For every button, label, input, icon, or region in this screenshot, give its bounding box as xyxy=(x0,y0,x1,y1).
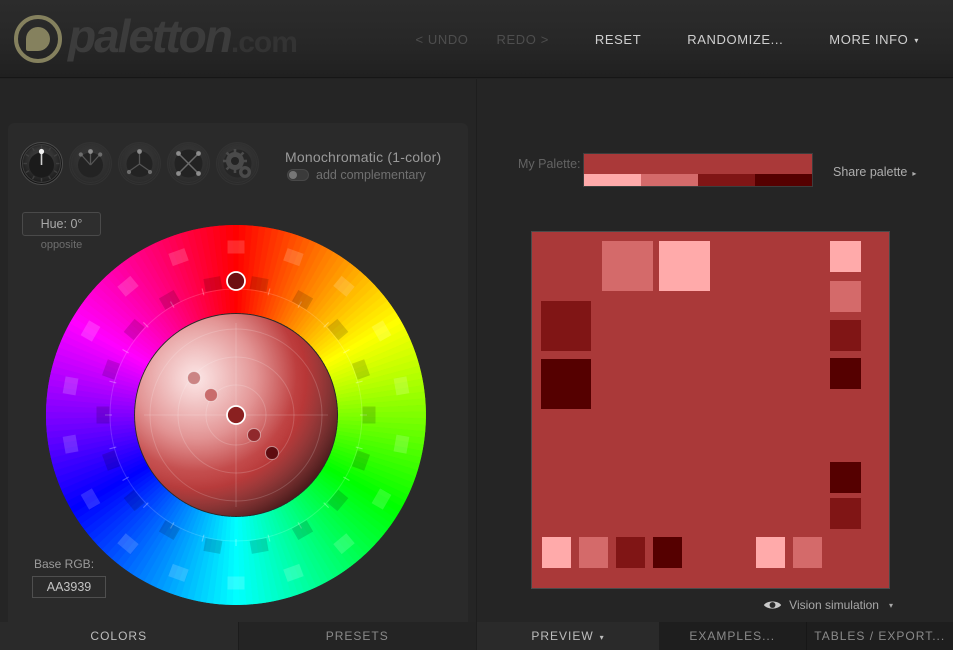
palette-swatch-band xyxy=(584,174,812,186)
tab-tables-export[interactable]: TABLES / EXPORT... xyxy=(806,622,953,650)
palette-swatch[interactable] xyxy=(584,174,641,186)
add-complementary-label: add complementary xyxy=(316,168,426,182)
nav-more-info[interactable]: MORE INFO ▾ xyxy=(815,28,933,51)
vision-simulation-label: Vision simulation xyxy=(789,598,879,612)
preview-swatch[interactable] xyxy=(793,537,822,568)
preview-swatch[interactable] xyxy=(659,241,710,291)
preview-swatch[interactable] xyxy=(830,320,861,351)
preview-swatch[interactable] xyxy=(830,462,861,493)
chevron-right-icon: ▸ xyxy=(912,169,917,178)
vision-simulation-control[interactable]: Vision simulation ▾ xyxy=(763,598,893,612)
color-wheel[interactable] xyxy=(46,225,426,605)
preview-swatch[interactable] xyxy=(830,241,861,272)
tab-preview[interactable]: PREVIEW ▾ xyxy=(477,622,659,650)
paletton-logo-icon xyxy=(14,15,62,63)
color-handle-1[interactable] xyxy=(204,388,218,402)
palette-swatch[interactable] xyxy=(698,174,755,186)
preview-swatch[interactable] xyxy=(830,281,861,312)
palette-swatch[interactable] xyxy=(755,174,812,186)
preview-swatch[interactable] xyxy=(541,301,591,351)
logo-name: paletton xyxy=(68,9,233,62)
scheme-type-tetrad[interactable] xyxy=(167,142,210,185)
hue-handle[interactable] xyxy=(226,271,246,291)
nav-randomize[interactable]: RANDOMIZE... xyxy=(673,28,797,51)
nav-reset[interactable]: RESET xyxy=(581,28,655,51)
logo-wordmark: paletton.com xyxy=(68,9,298,67)
right-panel-tabs: PREVIEW ▾ EXAMPLES... TABLES / EXPORT... xyxy=(477,622,953,650)
share-palette-link[interactable]: Share palette ▸ xyxy=(833,165,916,179)
preview-swatch[interactable] xyxy=(616,537,645,568)
share-palette-label: Share palette xyxy=(833,165,908,179)
base-color-handle[interactable] xyxy=(226,405,246,425)
tab-colors[interactable]: COLORS xyxy=(0,622,238,650)
palette-swatch[interactable] xyxy=(641,174,698,186)
preview-swatch[interactable] xyxy=(602,241,653,291)
eye-icon xyxy=(764,601,782,609)
color-handle-3[interactable] xyxy=(247,428,261,442)
nav-more-info-label: MORE INFO xyxy=(829,32,909,47)
tab-examples[interactable]: EXAMPLES... xyxy=(659,622,806,650)
palette-base-band xyxy=(584,154,812,174)
paletton-logo[interactable]: paletton.com xyxy=(14,8,298,70)
scheme-type-freestyle[interactable] xyxy=(216,142,259,185)
add-complementary-toggle[interactable]: add complementary xyxy=(287,168,426,182)
scheme-type-selector xyxy=(20,142,265,185)
scheme-type-label: Monochromatic (1-color) xyxy=(285,149,442,165)
paletton-app: paletton.com < UNDO REDO > RESET RANDOMI… xyxy=(0,0,953,650)
top-navigation: < UNDO REDO > RESET RANDOMIZE... MORE IN… xyxy=(401,28,933,51)
preview-swatch[interactable] xyxy=(830,358,861,389)
chevron-down-icon: ▾ xyxy=(914,36,919,46)
preview-swatch[interactable] xyxy=(579,537,608,568)
tab-presets[interactable]: PRESETS xyxy=(238,622,476,650)
scheme-type-adjacent[interactable] xyxy=(69,142,112,185)
my-palette-label: My Palette: xyxy=(518,157,581,171)
my-palette-strip[interactable] xyxy=(583,153,813,187)
tab-preview-label: PREVIEW xyxy=(531,629,594,643)
color-handle-4[interactable] xyxy=(265,446,279,460)
preview-swatch[interactable] xyxy=(756,537,785,568)
preview-swatch[interactable] xyxy=(653,537,682,568)
scheme-type-monochromatic[interactable] xyxy=(20,142,63,185)
preview-board[interactable] xyxy=(531,231,890,589)
preview-swatch[interactable] xyxy=(542,537,571,568)
chevron-down-icon: ▾ xyxy=(888,600,893,610)
chevron-down-icon: ▾ xyxy=(599,633,605,642)
scheme-type-triad[interactable] xyxy=(118,142,161,185)
app-header: paletton.com < UNDO REDO > RESET RANDOMI… xyxy=(0,0,953,78)
nav-redo[interactable]: REDO > xyxy=(483,28,563,51)
preview-swatch[interactable] xyxy=(541,359,591,409)
base-rgb-label: Base RGB: xyxy=(34,557,95,571)
base-rgb-input[interactable]: AA3939 xyxy=(32,576,106,598)
nav-undo[interactable]: < UNDO xyxy=(401,28,482,51)
toggle-switch-icon xyxy=(287,169,309,181)
color-handle-2[interactable] xyxy=(187,371,201,385)
logo-tld: .com xyxy=(230,25,298,59)
preview-swatch[interactable] xyxy=(830,498,861,529)
left-panel-tabs: COLORS PRESETS xyxy=(0,622,476,650)
